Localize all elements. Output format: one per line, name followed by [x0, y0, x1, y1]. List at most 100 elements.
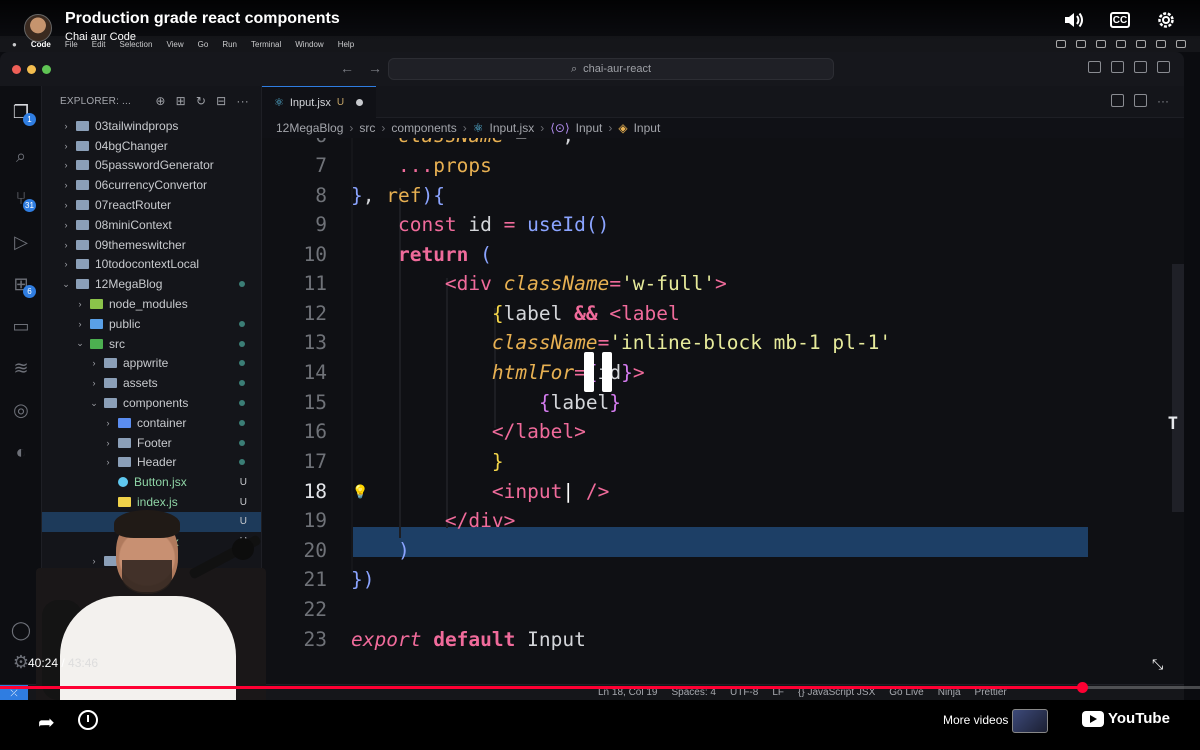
breadcrumb-item[interactable]: Input: [634, 121, 661, 135]
watch-later-icon[interactable]: [78, 710, 98, 730]
explorer-badge: 1: [23, 113, 36, 126]
menu-help[interactable]: Help: [338, 40, 354, 49]
more-actions-icon[interactable]: ···: [236, 94, 249, 108]
git-status-badge: U: [239, 496, 247, 508]
tree-item-label: 09themeswitcher: [95, 237, 186, 252]
search-icon[interactable]: [1156, 40, 1166, 48]
run-debug-icon[interactable]: ▷: [8, 230, 34, 254]
tree-item[interactable]: › 04bgChanger: [42, 136, 261, 156]
close-window-button[interactable]: [12, 65, 21, 74]
menu-view[interactable]: View: [166, 40, 183, 49]
more-videos-thumbnail[interactable]: [1012, 709, 1048, 733]
youtube-logo[interactable]: YouTube: [1082, 710, 1170, 727]
youtube-play-icon: [1082, 710, 1104, 727]
tray-icon[interactable]: [1096, 40, 1106, 48]
battery-icon[interactable]: [1136, 40, 1146, 48]
menu-window[interactable]: Window: [295, 40, 323, 49]
settings-gear-icon[interactable]: [1154, 8, 1178, 32]
open-changes-icon[interactable]: [1111, 94, 1124, 107]
toggle-panel-icon[interactable]: [1111, 61, 1124, 73]
tree-item[interactable]: › Footer: [42, 433, 261, 453]
new-folder-icon[interactable]: ⊞: [176, 94, 186, 108]
docker-icon[interactable]: ≋: [8, 356, 34, 380]
share-icon[interactable]: ➦: [38, 710, 55, 735]
more-actions-icon[interactable]: ···: [1157, 94, 1170, 108]
volume-icon[interactable]: [1062, 8, 1086, 32]
extensions-icon[interactable]: ⊞ 6: [8, 272, 36, 298]
tree-item[interactable]: › 10todocontextLocal: [42, 255, 261, 275]
code-editor[interactable]: 6 className = "", 7 ...props 8}, ref){ 9…: [262, 138, 1184, 700]
source-control-icon[interactable]: ⑂ 31: [8, 186, 36, 212]
tree-item[interactable]: › assets: [42, 373, 261, 393]
video-player[interactable]: Production grade react components Chai a…: [0, 0, 1200, 750]
tree-item[interactable]: › 08miniContext: [42, 215, 261, 235]
breadcrumb-item[interactable]: 12MegaBlog: [276, 121, 343, 135]
breadcrumb-item[interactable]: Input: [576, 121, 603, 135]
channel-avatar[interactable]: [24, 14, 52, 42]
customize-layout-icon[interactable]: [1157, 61, 1170, 73]
live-server-icon[interactable]: ◐: [8, 440, 34, 464]
tree-item[interactable]: Button.jsx U: [42, 472, 261, 492]
tree-item[interactable]: ⌄ 12MegaBlog: [42, 274, 261, 294]
collapse-all-icon[interactable]: ⊟: [216, 94, 226, 108]
tree-item-label: 08miniContext: [95, 217, 172, 232]
maximize-window-button[interactable]: [42, 65, 51, 74]
minimize-window-button[interactable]: [27, 65, 36, 74]
breadcrumb-item[interactable]: src: [359, 121, 375, 135]
breadcrumb-item[interactable]: components: [391, 121, 456, 135]
remote-explorer-icon[interactable]: ▭: [8, 314, 34, 338]
tree-item[interactable]: › node_modules: [42, 294, 261, 314]
unsaved-dot-icon[interactable]: [356, 99, 364, 106]
back-arrow-icon[interactable]: ←: [340, 60, 354, 76]
tree-item[interactable]: ⌄ src: [42, 334, 261, 354]
refresh-icon[interactable]: ↻: [196, 94, 206, 108]
editor-scrollbar[interactable]: [1172, 264, 1184, 512]
menu-terminal[interactable]: Terminal: [251, 40, 281, 49]
tray-icon[interactable]: [1076, 40, 1086, 48]
chevron-right-icon: ›: [64, 140, 68, 151]
tree-item-label: 12MegaBlog: [95, 277, 163, 292]
control-center-icon[interactable]: [1176, 40, 1186, 48]
video-title[interactable]: Production grade react components: [65, 10, 340, 28]
captions-button[interactable]: CC: [1108, 8, 1132, 32]
command-center-search[interactable]: ⌕ chai-aur-react: [388, 58, 834, 80]
new-file-icon[interactable]: ⊕: [155, 94, 165, 108]
toggle-secondary-sidebar-icon[interactable]: [1134, 61, 1147, 73]
channel-name[interactable]: Chai aur Code: [65, 31, 136, 43]
explorer-header: EXPLORER: ... ⊕ ⊞ ↻ ⊟ ···: [42, 86, 261, 116]
tree-item[interactable]: › 06currencyConvertor: [42, 175, 261, 195]
tree-item[interactable]: › 09themeswitcher: [42, 235, 261, 255]
tree-item[interactable]: › appwrite: [42, 354, 261, 374]
account-icon[interactable]: ◯: [8, 618, 34, 642]
wifi-icon[interactable]: [1116, 40, 1126, 48]
tree-item[interactable]: ⌄ components: [42, 393, 261, 413]
menu-go[interactable]: Go: [198, 40, 209, 49]
breadcrumb-item[interactable]: Input.jsx: [490, 121, 535, 135]
tree-item[interactable]: › container: [42, 413, 261, 433]
tree-item[interactable]: › 03tailwindprops: [42, 116, 261, 136]
toggle-sidebar-icon[interactable]: [1088, 61, 1101, 73]
chevron-right-icon: ›: [64, 180, 68, 191]
search-icon: ⌕: [570, 62, 578, 75]
tree-item[interactable]: › 05passwordGenerator: [42, 156, 261, 176]
live-share-icon[interactable]: ◎: [8, 398, 34, 422]
forward-arrow-icon[interactable]: →: [368, 60, 382, 76]
fullscreen-icon[interactable]: ⤡: [1152, 656, 1168, 672]
source-control-badge: 31: [23, 199, 36, 212]
apple-icon[interactable]: ●: [12, 40, 17, 49]
tree-item-label: index.js: [137, 495, 178, 510]
tab-input-jsx[interactable]: ⚛ Input.jsx U: [262, 86, 376, 118]
pause-icon[interactable]: [584, 352, 612, 392]
more-videos-button[interactable]: More videos: [943, 713, 1008, 727]
explorer-files-icon[interactable]: ❐ 1: [8, 100, 36, 126]
chevron-right-icon: ›: [106, 437, 110, 448]
tree-item[interactable]: › 07reactRouter: [42, 195, 261, 215]
tray-icon[interactable]: [1056, 40, 1066, 48]
search-icon[interactable]: ⌕: [8, 144, 34, 168]
split-editor-icon[interactable]: [1134, 94, 1147, 107]
lightbulb-icon[interactable]: 💡: [352, 484, 368, 500]
tree-item[interactable]: › Header: [42, 453, 261, 473]
tree-item[interactable]: › public: [42, 314, 261, 334]
progress-bar[interactable]: [0, 682, 1200, 693]
menu-run[interactable]: Run: [222, 40, 237, 49]
